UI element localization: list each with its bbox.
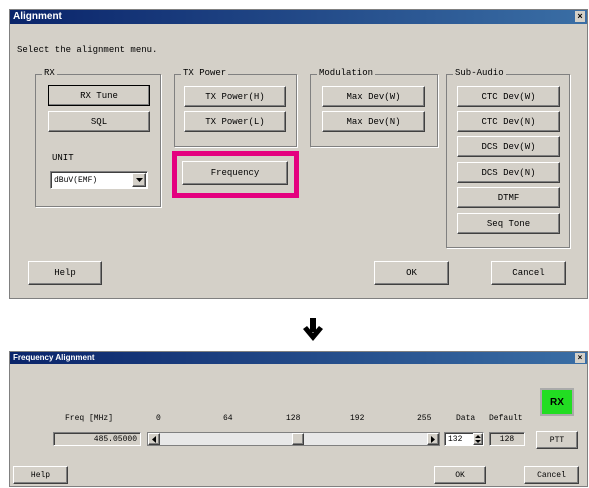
frequency-slider[interactable] — [147, 432, 440, 446]
alignment-title: Alignment — [13, 11, 62, 22]
scroll-right-icon[interactable] — [427, 433, 439, 445]
scale-tick-128: 128 — [286, 414, 301, 423]
tx-power-high-button[interactable]: TX Power(H) — [184, 86, 286, 107]
alignment-title-bar: Alignment × — [10, 10, 587, 24]
ok-button[interactable]: OK — [434, 466, 486, 484]
frequency-alignment-title-bar: Frequency Alignment × — [10, 352, 587, 364]
ctc-dev-w-button[interactable]: CTC Dev(W) — [457, 86, 560, 107]
cancel-button[interactable]: Cancel — [491, 261, 566, 285]
default-field: 128 — [489, 432, 525, 446]
max-dev-n-button[interactable]: Max Dev(N) — [322, 111, 425, 132]
dropdown-arrow-icon[interactable] — [132, 173, 146, 187]
instruction-text: Select the alignment menu. — [17, 45, 158, 55]
slider-thumb[interactable] — [292, 433, 304, 445]
scale-tick-0: 0 — [156, 414, 161, 423]
scroll-left-icon[interactable] — [148, 433, 160, 445]
rx-tune-button[interactable]: RX Tune — [48, 85, 150, 106]
rx-indicator: RX — [540, 388, 574, 416]
help-button[interactable]: Help — [28, 261, 102, 285]
scale-tick-192: 192 — [350, 414, 365, 423]
unit-select[interactable]: dBuV(EMF) — [50, 171, 148, 189]
ok-button[interactable]: OK — [374, 261, 449, 285]
frequency-alignment-window: Frequency Alignment × RX Freq [MHz] 0 64… — [9, 351, 588, 487]
tx-power-group-label: TX Power — [181, 68, 229, 78]
frequency-button[interactable]: Frequency — [182, 161, 288, 185]
tx-power-low-button[interactable]: TX Power(L) — [184, 111, 286, 132]
freq-label: Freq [MHz] — [65, 414, 114, 423]
ctc-dev-n-button[interactable]: CTC Dev(N) — [457, 111, 560, 132]
scale-tick-64: 64 — [223, 414, 233, 423]
spin-icon[interactable] — [473, 433, 483, 445]
modulation-group-label: Modulation — [317, 68, 376, 78]
dcs-dev-n-button[interactable]: DCS Dev(N) — [457, 162, 560, 183]
sql-button[interactable]: SQL — [48, 111, 150, 132]
ptt-button[interactable]: PTT — [536, 431, 578, 449]
freq-field: 485.05000 — [53, 432, 141, 446]
default-value: 128 — [499, 434, 515, 444]
rx-indicator-label: RX — [550, 396, 564, 408]
frequency-alignment-title: Frequency Alignment — [13, 353, 95, 362]
unit-select-value: dBuV(EMF) — [54, 175, 98, 185]
data-label: Data — [456, 414, 476, 423]
freq-value: 485.05000 — [93, 434, 137, 444]
max-dev-w-button[interactable]: Max Dev(W) — [322, 86, 425, 107]
data-spinner[interactable]: 132 — [444, 432, 484, 446]
default-label: Default — [489, 414, 523, 423]
down-arrow-icon — [303, 318, 323, 341]
rx-group-label: RX — [42, 68, 57, 78]
close-icon[interactable]: × — [575, 11, 585, 22]
cancel-button[interactable]: Cancel — [524, 466, 579, 484]
close-icon[interactable]: × — [575, 353, 585, 363]
data-value: 132 — [448, 434, 463, 444]
seq-tone-button[interactable]: Seq Tone — [457, 213, 560, 234]
dcs-dev-w-button[interactable]: DCS Dev(W) — [457, 136, 560, 157]
sub-audio-group-label: Sub-Audio — [453, 68, 506, 78]
help-button[interactable]: Help — [13, 466, 68, 484]
scale-tick-255: 255 — [417, 414, 432, 423]
dtmf-button[interactable]: DTMF — [457, 187, 560, 208]
alignment-window: Alignment × Select the alignment menu. R… — [9, 9, 588, 299]
unit-label: UNIT — [52, 153, 74, 163]
